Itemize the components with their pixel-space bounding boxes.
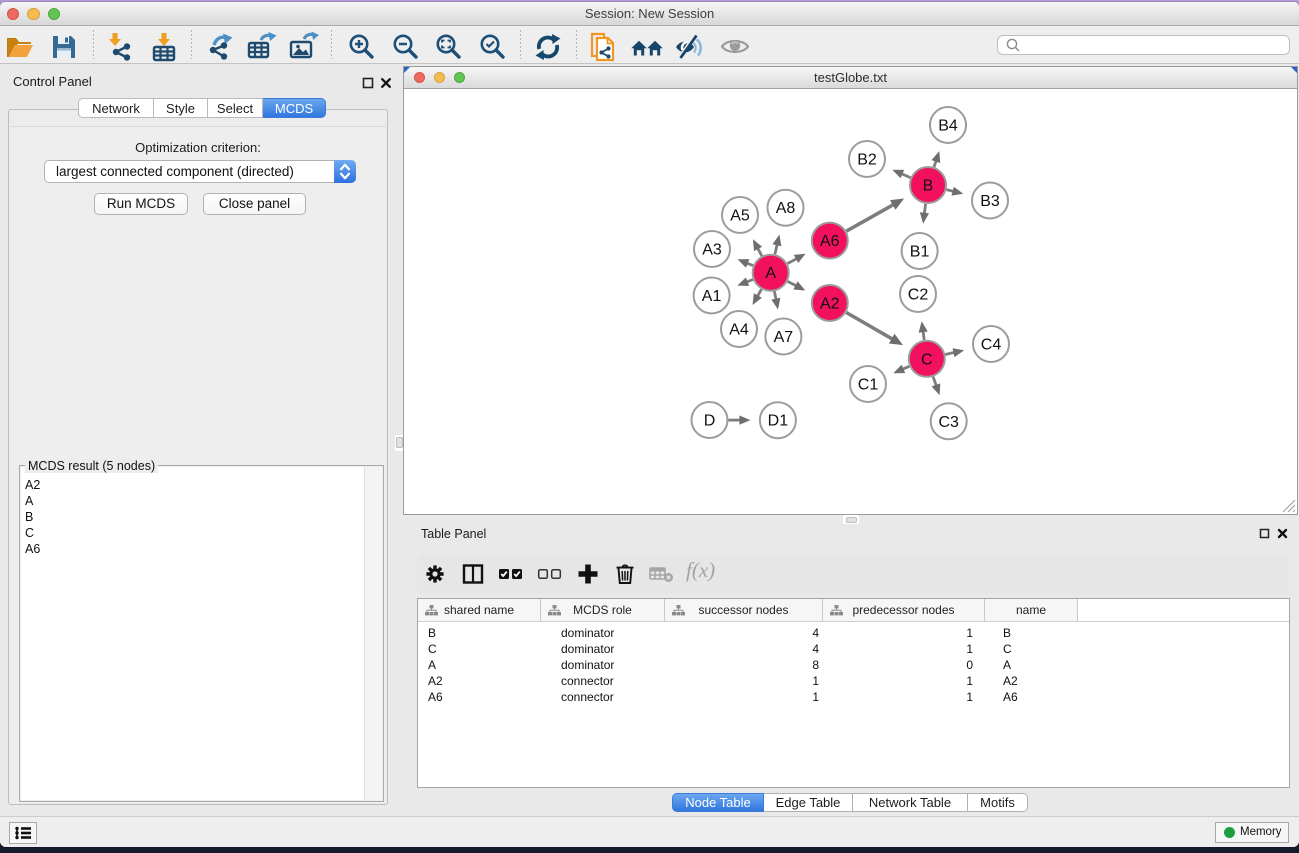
- svg-text:C2: C2: [908, 286, 929, 303]
- svg-text:A1: A1: [702, 288, 722, 305]
- svg-text:C: C: [921, 351, 933, 368]
- svg-text:C3: C3: [938, 413, 959, 430]
- svg-text:A6: A6: [820, 233, 840, 250]
- svg-text:A: A: [765, 265, 776, 282]
- svg-text:D: D: [704, 412, 716, 429]
- svg-text:B3: B3: [980, 193, 1000, 210]
- svg-text:C1: C1: [858, 376, 879, 393]
- svg-text:D1: D1: [768, 412, 789, 429]
- svg-text:A4: A4: [729, 321, 749, 338]
- svg-text:A7: A7: [774, 329, 794, 346]
- svg-text:B4: B4: [938, 117, 958, 134]
- svg-text:C4: C4: [981, 336, 1002, 353]
- svg-text:A3: A3: [702, 241, 722, 258]
- svg-text:B: B: [923, 177, 934, 194]
- svg-text:A8: A8: [776, 200, 796, 217]
- svg-text:A2: A2: [820, 295, 840, 312]
- svg-text:B1: B1: [910, 243, 930, 260]
- svg-text:A5: A5: [730, 207, 750, 224]
- svg-text:B2: B2: [857, 151, 877, 168]
